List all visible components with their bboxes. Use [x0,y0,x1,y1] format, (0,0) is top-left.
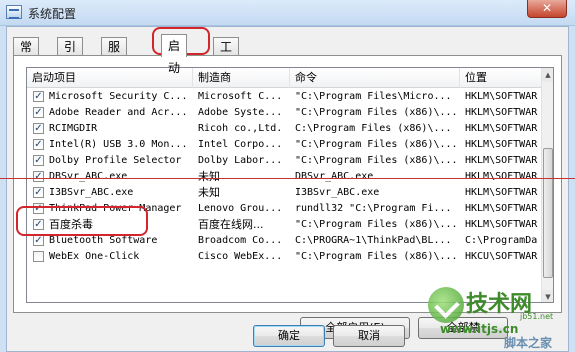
annotation-line [0,178,575,179]
column-manufacturer[interactable]: 制造商 [193,68,290,88]
cell-location: HKLM\SOFTWAR [465,123,538,134]
cell-command: "C:\Program Files (x86)\... [295,107,458,118]
scroll-up-arrow-icon[interactable]: ▲ [542,68,553,82]
table-row[interactable]: ✓ I3BSvr_ABC.exe 未知 I3BSvr_ABC.exe HKLM\SOFT… [27,185,543,201]
list-header: 启动项目 制造商 命令 位置 [27,68,543,88]
cell-location: C:\ProgramDa [465,235,538,246]
watermark-logo-icon [428,287,464,323]
enable-checkbox[interactable]: ✓ [33,139,44,150]
cell-command: "C:\Program Files (x86)\... [295,219,458,230]
cell-command: "C:\Program Files\Micro... [295,91,452,102]
scroll-thumb[interactable] [543,148,553,278]
table-row[interactable]: ✓ RCIMGDIR Ricoh co.,Ltd. C:\Program Files … [27,121,543,137]
enable-checkbox[interactable]: ✓ [33,171,44,182]
cell-startup-item: WebEx One-Click [49,251,140,262]
column-location[interactable]: 位置 [460,68,543,88]
watermark-corner: 脚本之家 [504,336,553,350]
enable-checkbox[interactable]: ✓ [33,123,44,134]
tab-general[interactable]: 常规 [13,37,40,72]
cell-startup-item: Dolby Profile Selector [49,155,182,166]
cancel-button[interactable]: 取消 [333,325,405,347]
enable-checkbox[interactable]: ✓ [33,235,44,246]
cell-command: DBSvr_ABC.exe [295,171,374,182]
cell-location: HKLM\SOFTWAR [465,203,538,214]
table-row[interactable]: ✓ Adobe Reader and Acr... Adobe Syste... "C… [27,105,543,121]
cell-location: HKLM\SOFTWAR [465,91,538,102]
tab-services[interactable]: 服务 [101,37,128,72]
startup-panel: 启动项目 制造商 命令 位置 ✓ Microsoft Security C... M… [13,55,562,339]
tab-tools[interactable]: 工具 [213,37,240,72]
cell-command: I3BSvr_ABC.exe [295,187,380,198]
system-config-icon [6,5,22,19]
cell-command: "C:\Program Files (x86)\... [295,251,458,262]
cell-manufacturer: Adobe Syste... [198,107,283,118]
cell-command: "C:\Program Files (x86)\... [295,139,458,150]
cell-location: HKLM\SOFTWAR [465,171,538,182]
table-row[interactable]: ✓ Intel(R) USB 3.0 Mon... Intel Corpo... "C… [27,137,543,153]
cell-location: HKLM\SOFTWAR [465,219,538,230]
cell-manufacturer: Cisco WebEx... [198,251,283,262]
vertical-scrollbar[interactable]: ▲ ▼ [541,68,553,302]
watermark-sub: jb51.net [520,312,554,321]
cell-startup-item: DBSvr_ABC.exe [49,171,128,182]
cell-location: HKLM\SOFTWAR [465,139,538,150]
cell-manufacturer: Ricoh co.,Ltd. [198,123,283,134]
baidu-item-highlight [16,206,148,236]
enable-checkbox[interactable]: ✓ [33,187,44,198]
startup-list[interactable]: 启动项目 制造商 命令 位置 ✓ Microsoft Security C... M… [26,67,554,303]
cell-command: C:\PROGRA~1\ThinkPad\BL... [295,235,452,246]
table-row[interactable]: ✓ DBSvr_ABC.exe 未知 DBSvr_ABC.exe HKLM\SOFTWA… [27,169,543,185]
title-bar: 系统配置 ✕ [0,0,575,26]
table-row[interactable]: ✓ Microsoft Security C... Microsoft C... "C… [27,89,543,105]
enable-checkbox[interactable]: ✓ [33,91,44,102]
enable-checkbox[interactable] [33,251,44,262]
cell-command: rundll32 "C:\Program Fi... [295,203,452,214]
list-rows: ✓ Microsoft Security C... Microsoft C... "C… [27,89,543,265]
ok-button[interactable]: 确定 [253,325,325,347]
close-button[interactable]: ✕ [527,0,567,18]
cell-location: HKCU\SOFTWAR [465,251,538,262]
cell-manufacturer: Lenovo Grou... [198,203,283,214]
cell-manufacturer: 百度在线网... [198,218,264,231]
table-row[interactable]: WebEx One-Click Cisco WebEx... "C:\Program… [27,249,543,265]
cell-location: HKLM\SOFTWAR [465,155,538,166]
cell-location: HKLM\SOFTWAR [465,107,538,118]
cell-startup-item: Adobe Reader and Acr... [49,107,188,118]
cell-location: HKLM\SOFTWAR [465,187,538,198]
enable-checkbox[interactable]: ✓ [33,107,44,118]
enable-checkbox[interactable]: ✓ [33,155,44,166]
scroll-down-arrow-icon[interactable]: ▼ [542,290,553,302]
column-command[interactable]: 命令 [290,68,460,88]
cell-manufacturer: 未知 [198,186,220,199]
cell-startup-item: I3BSvr_ABC.exe [49,187,134,198]
cell-startup-item: Microsoft Security C... [49,91,188,102]
cell-manufacturer: Intel Corpo... [198,139,283,150]
cell-startup-item: Intel(R) USB 3.0 Mon... [49,139,188,150]
cell-startup-item: RCIMGDIR [49,123,98,134]
tab-startup[interactable]: 启动 [161,34,188,75]
table-row[interactable]: ✓ Dolby Profile Selector Dolby Labor... "C:… [27,153,543,169]
cell-manufacturer: Dolby Labor... [198,155,283,166]
cell-manufacturer: 未知 [198,170,220,183]
cell-manufacturer: Broadcom Co... [198,235,283,246]
window-title: 系统配置 [28,7,77,21]
cell-manufacturer: Microsoft C... [198,91,283,102]
cell-command: C:\Program Files (x86)\... [295,123,452,134]
tab-boot[interactable]: 引导 [57,37,84,72]
cell-command: "C:\Program Files (x86)\... [295,155,458,166]
